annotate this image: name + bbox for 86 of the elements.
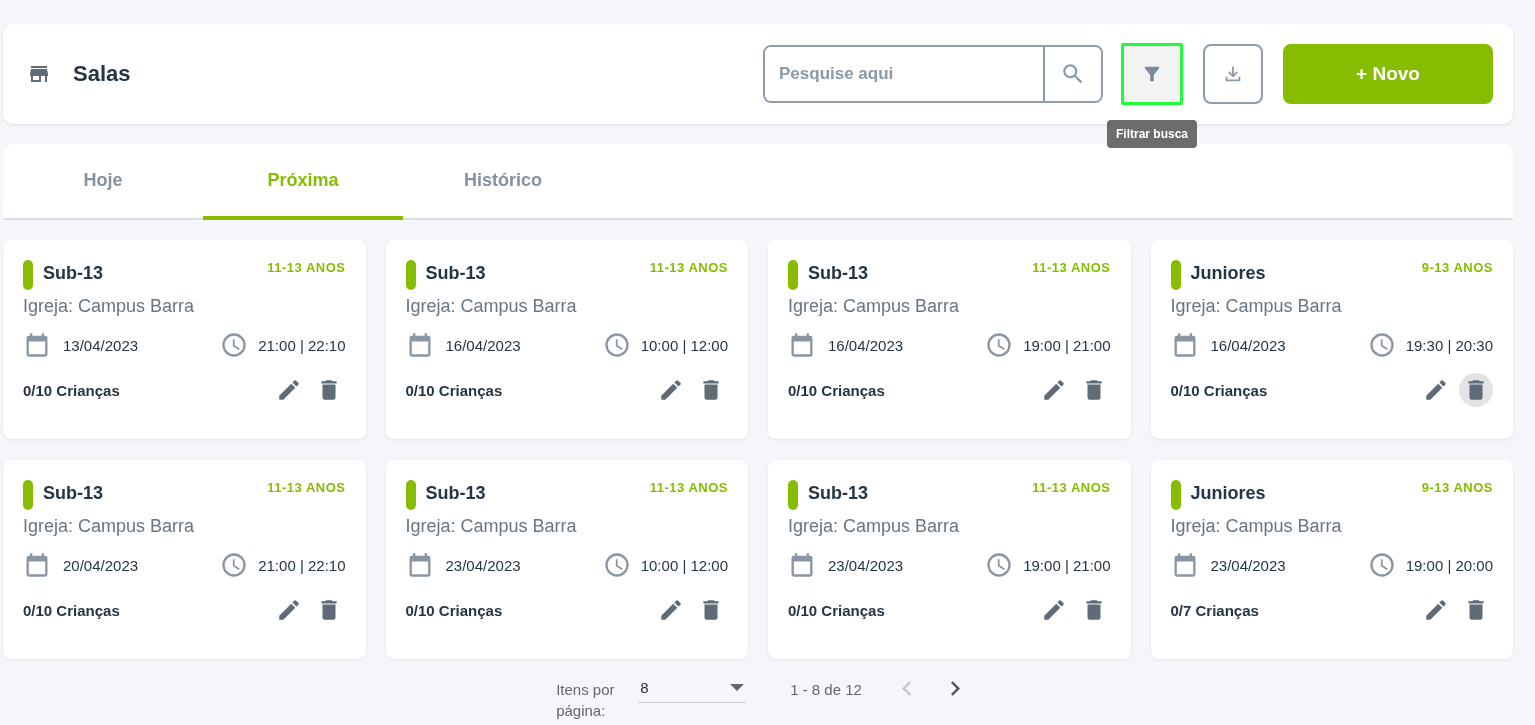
status-bar <box>788 480 798 510</box>
search-button[interactable] <box>1043 47 1101 101</box>
items-per-page-label: Itens por página: <box>556 680 616 721</box>
room-name: Sub-13 <box>43 483 104 504</box>
date-text: 16/04/2023 <box>1210 336 1287 354</box>
age-range: 11-13 ANOS <box>1032 480 1111 495</box>
caret-icon <box>730 684 745 691</box>
church-label: Igreja: Campus Barra <box>1170 516 1343 537</box>
time-text: 21:00 | 22:10 <box>258 336 346 354</box>
room-name: Sub-13 <box>43 263 104 284</box>
date-text: 16/04/2023 <box>445 336 522 354</box>
room-name: Sub-13 <box>808 483 869 504</box>
page-range: 1 - 8 de 12 <box>790 681 862 698</box>
tab[interactable]: Próxima <box>203 144 403 220</box>
time-text: 19:00 | 21:00 <box>1023 556 1111 574</box>
age-range: 11-13 ANOS <box>649 480 728 495</box>
time-text: 19:00 | 20:00 <box>1405 556 1493 574</box>
children-count: 0/10 Crianças <box>405 601 504 619</box>
filter-button[interactable] <box>1121 43 1183 105</box>
tab[interactable]: Hoje <box>3 144 203 220</box>
room-name: Sub-13 <box>425 483 487 504</box>
children-count: 0/10 Crianças <box>1170 381 1269 399</box>
chevron-right-icon <box>950 681 960 696</box>
status-bar <box>1170 260 1181 290</box>
clock-icon <box>602 331 631 359</box>
clock-icon <box>220 551 249 579</box>
church-label: Igreja: Campus Barra <box>405 296 578 317</box>
clock-icon <box>602 551 631 579</box>
date-text: 23/04/2023 <box>1210 556 1287 574</box>
status-bar <box>23 480 33 510</box>
new-button[interactable]: + Novo <box>1283 44 1493 104</box>
pencil-icon <box>1423 377 1449 403</box>
age-range: 9-13 ANOS <box>1421 260 1493 275</box>
clock-icon <box>985 331 1014 359</box>
date-text: 20/04/2023 <box>63 556 140 574</box>
search-field[interactable]: Pesquise aqui <box>763 45 1103 103</box>
room-name: Juniores <box>1190 483 1267 504</box>
clock-icon <box>1367 331 1396 359</box>
date-text: 23/04/2023 <box>445 556 522 574</box>
clock-icon <box>1367 551 1396 579</box>
time-text: 10:00 | 12:00 <box>640 336 728 354</box>
time-text: 21:00 | 22:10 <box>258 556 346 574</box>
download-button[interactable] <box>1203 44 1263 104</box>
pencil-icon <box>658 377 684 403</box>
children-count: 0/7 Crianças <box>1170 601 1260 619</box>
date-text: 13/04/2023 <box>63 336 140 354</box>
age-range: 9-13 ANOS <box>1421 480 1493 495</box>
age-range: 11-13 ANOS <box>267 480 346 495</box>
room-name: Sub-13 <box>808 263 869 284</box>
chevron-left-icon <box>901 681 911 696</box>
clock-icon <box>985 551 1014 579</box>
tab[interactable]: Histórico <box>403 144 603 220</box>
status-bar <box>23 260 33 290</box>
status-bar <box>405 260 416 290</box>
tooltip: Filtrar busca <box>1107 120 1197 148</box>
time-text: 19:30 | 20:30 <box>1405 336 1493 354</box>
church-label: Igreja: Campus Barra <box>788 516 961 537</box>
children-count: 0/10 Crianças <box>405 381 504 399</box>
children-count: 0/10 Crianças <box>788 601 886 619</box>
clock-icon <box>220 331 249 359</box>
pencil-icon <box>658 597 684 623</box>
children-count: 0/10 Crianças <box>788 381 886 399</box>
age-range: 11-13 ANOS <box>649 260 728 275</box>
children-count: 0/10 Crianças <box>23 381 121 399</box>
status-bar <box>1170 480 1181 510</box>
time-text: 10:00 | 12:00 <box>640 556 728 574</box>
time-text: 19:00 | 21:00 <box>1023 336 1111 354</box>
church-label: Igreja: Campus Barra <box>23 296 196 317</box>
pencil-icon <box>1423 597 1449 623</box>
delete-button[interactable] <box>1459 373 1493 407</box>
age-range: 11-13 ANOS <box>267 260 346 275</box>
date-text: 16/04/2023 <box>828 336 905 354</box>
next-page-button[interactable] <box>950 681 960 696</box>
page-size-select[interactable]: 8 <box>638 677 747 703</box>
church-label: Igreja: Campus Barra <box>23 516 196 537</box>
room-name: Sub-13 <box>425 263 487 284</box>
age-range: 11-13 ANOS <box>1032 260 1111 275</box>
room-name: Juniores <box>1190 263 1267 284</box>
page-title: Salas <box>73 61 131 87</box>
date-text: 23/04/2023 <box>828 556 905 574</box>
children-count: 0/10 Crianças <box>23 601 121 619</box>
church-label: Igreja: Campus Barra <box>788 296 961 317</box>
church-label: Igreja: Campus Barra <box>1170 296 1343 317</box>
church-label: Igreja: Campus Barra <box>405 516 578 537</box>
status-bar <box>788 260 798 290</box>
status-bar <box>405 480 416 510</box>
